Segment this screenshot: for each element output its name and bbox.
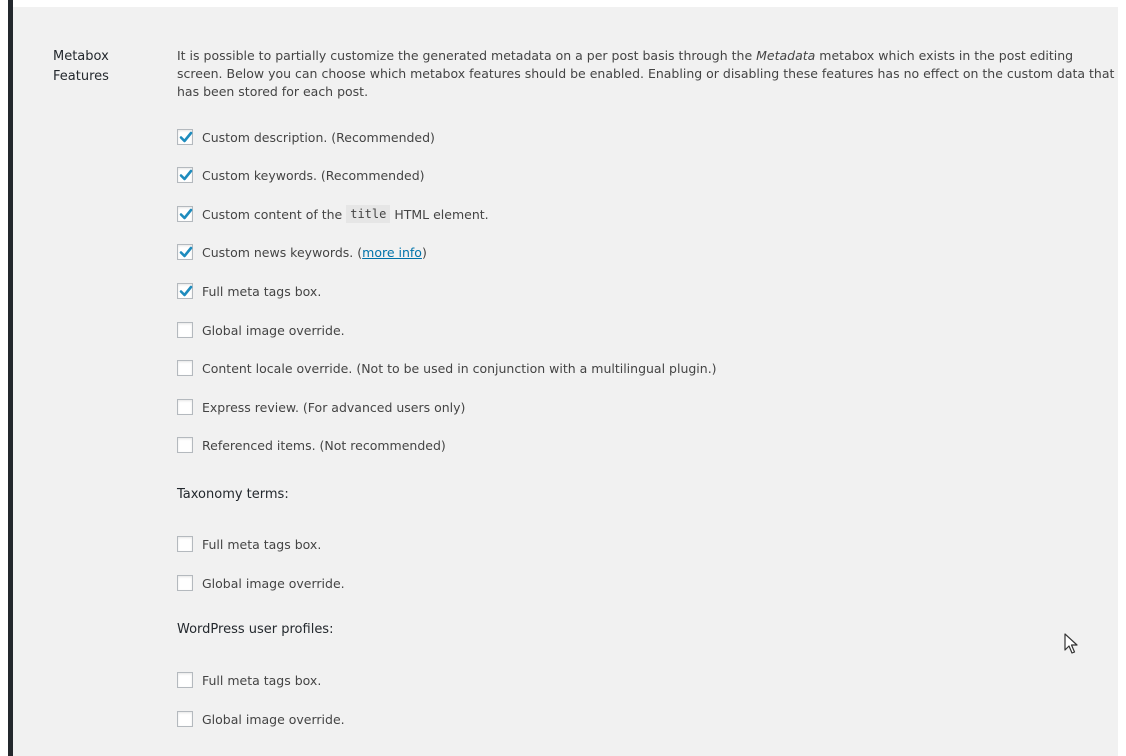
option-express-review[interactable]: Express review. (For advanced users only… <box>177 396 465 418</box>
settings-screen: Metabox Features It is possible to parti… <box>0 0 1126 756</box>
option-taxonomy-full-meta-tags-box[interactable]: Full meta tags box. <box>177 533 321 555</box>
option-label: Content locale override. (Not to be used… <box>202 360 717 376</box>
option-label: Express review. (For advanced users only… <box>202 399 466 415</box>
checkbox-custom-news-keywords[interactable] <box>177 244 193 260</box>
checkbox-referenced-items[interactable] <box>177 437 193 453</box>
option-taxonomy-global-image-override[interactable]: Global image override. <box>177 572 345 594</box>
row-label-metabox-features: Metabox Features <box>53 49 109 84</box>
option-user-global-image-override[interactable]: Global image override. <box>177 708 345 730</box>
more-info-link[interactable]: more info <box>362 245 422 260</box>
metadata-emphasis: Metadata <box>756 48 816 63</box>
option-label: Full meta tags box. <box>202 672 322 688</box>
mouse-pointer-icon <box>1064 633 1078 654</box>
checkbox-full-meta-tags-box[interactable] <box>177 283 193 299</box>
checkmark-icon <box>179 246 193 258</box>
option-label: Full meta tags box. <box>202 536 322 552</box>
option-label: Custom content of the <box>202 206 343 222</box>
checkbox-global-image-override[interactable] <box>177 322 193 338</box>
option-label-suffix: HTML element. <box>394 206 489 222</box>
option-content-locale-override[interactable]: Content locale override. (Not to be used… <box>177 357 717 379</box>
checkmark-icon <box>179 169 193 181</box>
checkbox-taxonomy-global-image-override[interactable] <box>177 575 193 591</box>
option-full-meta-tags-box[interactable]: Full meta tags box. <box>177 280 321 302</box>
checkmark-icon <box>179 285 193 297</box>
option-custom-description[interactable]: Custom description. (Recommended) <box>177 126 435 148</box>
option-referenced-items[interactable]: Referenced items. (Not recommended) <box>177 434 446 456</box>
option-label: Full meta tags box. <box>202 283 322 299</box>
option-label-suffix: ) <box>421 244 427 260</box>
option-custom-keywords[interactable]: Custom keywords. (Recommended) <box>177 164 425 186</box>
heading-wordpress-user-profiles: WordPress user profiles: <box>177 622 334 637</box>
checkbox-user-global-image-override[interactable] <box>177 711 193 727</box>
option-custom-news-keywords[interactable]: Custom news keywords. (more info) <box>177 241 427 263</box>
option-label: Custom description. (Recommended) <box>202 129 435 145</box>
option-label: Global image override. <box>202 711 345 727</box>
checkbox-custom-keywords[interactable] <box>177 167 193 183</box>
option-label: Global image override. <box>202 575 345 591</box>
checkbox-custom-description[interactable] <box>177 129 193 145</box>
checkbox-user-full-meta-tags-box[interactable] <box>177 672 193 688</box>
checkbox-custom-title[interactable] <box>177 206 193 222</box>
option-user-full-meta-tags-box[interactable]: Full meta tags box. <box>177 669 321 691</box>
settings-panel: Metabox Features It is possible to parti… <box>13 7 1118 756</box>
checkbox-taxonomy-full-meta-tags-box[interactable] <box>177 536 193 552</box>
option-label: Global image override. <box>202 322 345 338</box>
checkbox-content-locale-override[interactable] <box>177 360 193 376</box>
checkmark-icon <box>179 208 193 220</box>
option-label: Custom keywords. (Recommended) <box>202 167 425 183</box>
option-label: Referenced items. (Not recommended) <box>202 437 446 453</box>
checkmark-icon <box>179 131 193 143</box>
option-global-image-override[interactable]: Global image override. <box>177 319 345 341</box>
code-title: title <box>346 205 391 223</box>
heading-taxonomy-terms: Taxonomy terms: <box>177 487 289 502</box>
option-custom-title[interactable]: Custom content of the title HTML element… <box>177 203 489 225</box>
metabox-features-field: It is possible to partially customize th… <box>177 47 1122 727</box>
checkbox-express-review[interactable] <box>177 399 193 415</box>
option-label: Custom news keywords. ( <box>202 244 363 260</box>
field-description: It is possible to partially customize th… <box>177 48 1115 99</box>
